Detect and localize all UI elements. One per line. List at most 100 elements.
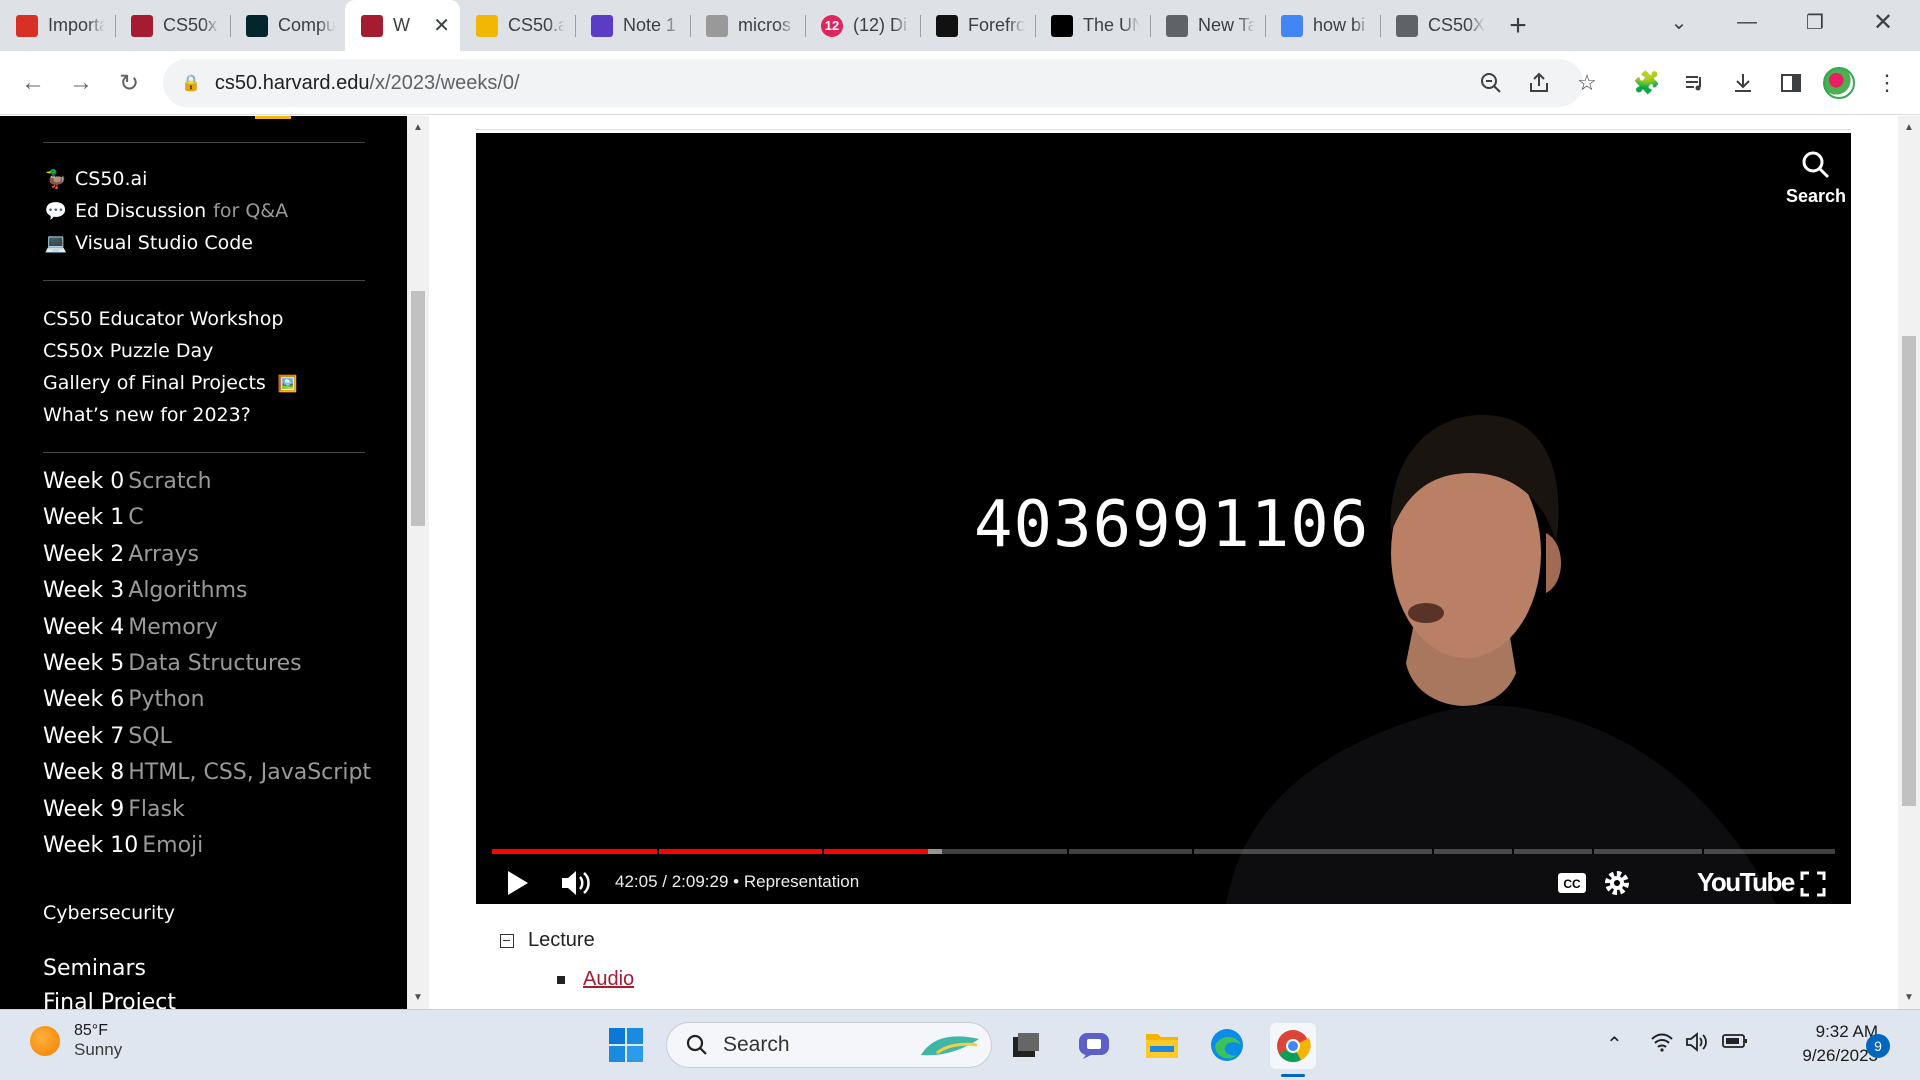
chrome-taskbar-icon[interactable] [1270, 1023, 1316, 1069]
browser-tab[interactable]: The UN [1035, 0, 1150, 51]
tray-overflow-chevron-icon[interactable]: ⌃ [1606, 1032, 1623, 1057]
tab-title: micros [738, 15, 791, 35]
restore-button[interactable]: ❐ [1781, 0, 1849, 44]
windows-logo-icon [609, 1028, 643, 1062]
close-window-button[interactable]: ✕ [1849, 0, 1917, 44]
chapter-title[interactable]: Representation [744, 872, 859, 891]
media-queue-icon[interactable] [1675, 63, 1715, 103]
browser-tab[interactable]: Compu [230, 0, 345, 51]
battery-icon[interactable] [1722, 1032, 1748, 1055]
file-explorer-icon[interactable] [1140, 1023, 1184, 1067]
download-icon[interactable] [1723, 63, 1763, 103]
notification-badge[interactable]: 9 [1866, 1034, 1890, 1058]
teams-chat-icon[interactable] [1072, 1023, 1116, 1067]
scroll-up-arrow-icon[interactable]: ▲ [1904, 122, 1914, 133]
wifi-icon[interactable] [1650, 1032, 1674, 1058]
sidebar-link-cs50ai[interactable]: 🦆 CS50.ai [43, 168, 148, 190]
share-icon[interactable] [1519, 63, 1559, 103]
back-arrow-icon[interactable]: ← [13, 63, 53, 103]
side-panel-icon[interactable] [1771, 63, 1811, 103]
lecture-toggle[interactable]: Lecture [500, 929, 595, 952]
tab-title: CS50x [163, 15, 218, 35]
edge-icon[interactable] [1205, 1023, 1249, 1067]
browser-tab[interactable]: how bi [1265, 0, 1380, 51]
volume-button[interactable] [560, 869, 592, 897]
menu-kebab-icon[interactable]: ⋮ [1867, 63, 1907, 103]
browser-tab[interactable]: micros [690, 0, 805, 51]
sidebar-week-link[interactable]: Week 7 SQL [43, 724, 172, 749]
sidebar-week-link[interactable]: Week 5 Data Structures [43, 651, 302, 676]
browser-tab[interactable]: CS50x [115, 0, 230, 51]
forward-arrow-icon[interactable]: → [61, 63, 101, 103]
browser-tab[interactable]: Importa [0, 0, 115, 51]
speaker-icon[interactable] [1685, 1032, 1709, 1058]
task-view-icon[interactable] [1004, 1023, 1048, 1067]
fullscreen-button[interactable] [1800, 871, 1826, 897]
browser-tab[interactable]: Forefro [920, 0, 1035, 51]
address-bar[interactable]: 🔒 cs50.harvard.edu/x/2023/weeks/0/ [163, 59, 1583, 107]
week-number: Week 0 [43, 469, 125, 494]
sidebar-link-cybersecurity[interactable]: Cybersecurity [43, 902, 175, 924]
settings-button[interactable] [1603, 869, 1631, 897]
sidebar-week-link[interactable]: Week 6 Python [43, 687, 205, 712]
tab-search-chevron-icon[interactable]: ⌄ [1645, 0, 1713, 44]
youtube-logo[interactable]: YouTube [1697, 867, 1795, 898]
sidebar-link-educator-workshop[interactable]: CS50 Educator Workshop [43, 308, 283, 330]
page-scrollbar[interactable]: ▲ ▼ [1898, 116, 1920, 1009]
sidebar-link-seminars[interactable]: Seminars [43, 956, 146, 981]
scroll-down-arrow-icon[interactable]: ▼ [413, 992, 423, 1003]
video-time-display: 42:05 / 2:09:29 • Representation [615, 872, 860, 891]
weather-widget[interactable]: 85°F Sunny [30, 1022, 122, 1060]
system-clock[interactable]: 9:32 AM 9/26/2023 [1768, 1020, 1878, 1068]
extensions-puzzle-icon[interactable]: 🧩 [1627, 63, 1667, 103]
profile-avatar[interactable] [1823, 67, 1855, 99]
close-tab-icon[interactable]: ✕ [433, 13, 450, 38]
browser-tab[interactable]: CS50X [1380, 0, 1495, 51]
browser-tab[interactable]: Note 1 [575, 0, 690, 51]
chapter-marker [1512, 849, 1514, 854]
sidebar-link-whats-new[interactable]: What’s new for 2023? [43, 404, 251, 426]
minimize-button[interactable]: — [1713, 0, 1781, 44]
tab-title: W [393, 15, 410, 35]
page-scroll-thumb[interactable] [1902, 336, 1916, 806]
new-tab-button[interactable]: + [1495, 0, 1541, 51]
play-button[interactable] [506, 869, 530, 897]
collapse-minus-icon[interactable] [500, 933, 514, 948]
lecture-label: Lecture [528, 929, 595, 951]
reload-icon[interactable]: ↻ [109, 63, 149, 103]
google-icon [1281, 14, 1303, 37]
audio-link[interactable]: Audio [583, 968, 634, 991]
sidebar-week-link[interactable]: Week 9 Flask [43, 797, 185, 822]
video-progress-bar[interactable] [492, 849, 1835, 854]
captions-button[interactable]: CC [1557, 871, 1587, 895]
sidebar-week-link[interactable]: Week 8 HTML, CSS, JavaScript [43, 760, 371, 785]
browser-tab[interactable]: W ✕ [345, 0, 460, 51]
sidebar-scroll-thumb[interactable] [411, 291, 425, 526]
browser-tab[interactable]: CS50.a [460, 0, 575, 51]
youtube-player[interactable]: 4036991106 Search 42:05 / 2:09:29 • Repr… [476, 133, 1851, 904]
sidebar-link-final-project[interactable]: Final Project [43, 990, 176, 1009]
sidebar-week-link[interactable]: Week 10 Emoji [43, 833, 203, 858]
sidebar-week-link[interactable]: Week 2 Arrays [43, 542, 199, 567]
sidebar-scrollbar[interactable]: ▲ ▼ [407, 116, 429, 1009]
sidebar-link-gallery[interactable]: Gallery of Final Projects 🖼️ [43, 372, 298, 394]
browser-tab[interactable]: 12 (12) Di [805, 0, 920, 51]
sidebar-week-link[interactable]: Week 1C [43, 505, 144, 530]
sidebar-week-link[interactable]: Week 0 Scratch [43, 469, 212, 494]
sidebar-week-link[interactable]: Week 4 Memory [43, 615, 218, 640]
sun-icon [30, 1026, 60, 1056]
sidebar-link-puzzle-day[interactable]: CS50x Puzzle Day [43, 340, 213, 362]
bookmark-star-icon[interactable]: ☆ [1567, 63, 1607, 103]
video-search-button[interactable]: Search [1786, 149, 1846, 207]
browser-tab[interactable]: New Ta [1150, 0, 1265, 51]
week-topic: Emoji [142, 833, 204, 858]
scroll-down-arrow-icon[interactable]: ▼ [1904, 992, 1914, 1003]
sidebar-link-ed-discussion[interactable]: 💬 Ed Discussion for Q&A [43, 200, 288, 222]
zoom-icon[interactable] [1471, 63, 1511, 103]
taskbar-search[interactable]: Search [666, 1022, 992, 1068]
sidebar-link-vscode[interactable]: 💻 Visual Studio Code [43, 232, 253, 254]
search-highlight-icon [921, 1036, 979, 1056]
scroll-up-arrow-icon[interactable]: ▲ [413, 122, 423, 133]
start-button[interactable] [604, 1023, 648, 1067]
sidebar-week-link[interactable]: Week 3 Algorithms [43, 578, 247, 603]
